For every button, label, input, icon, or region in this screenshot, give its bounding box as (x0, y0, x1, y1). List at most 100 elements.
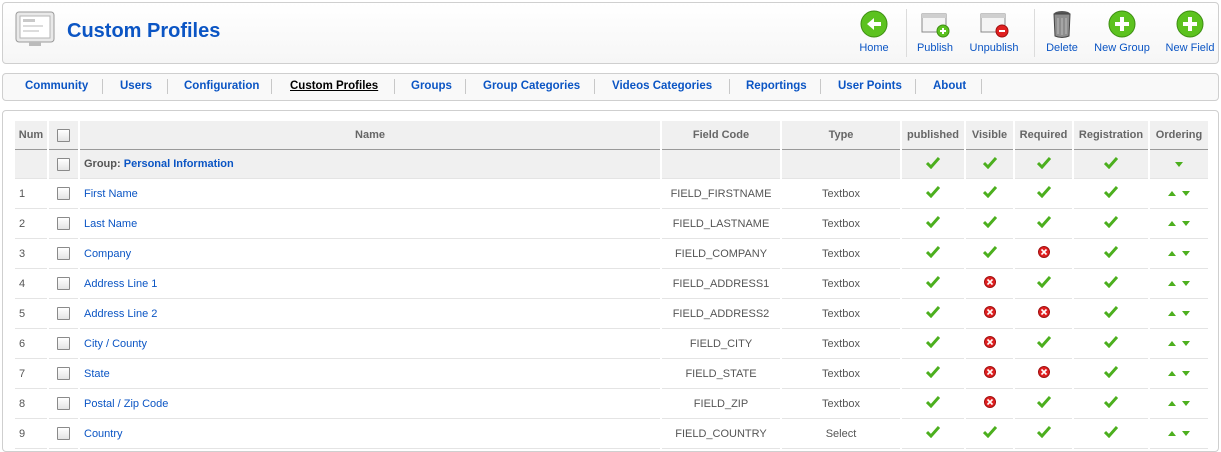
new-field-button[interactable]: New Field (1163, 9, 1217, 54)
col-visible[interactable]: Visible (966, 121, 1013, 150)
order-up-icon[interactable] (1168, 281, 1176, 287)
submenu-videos-categories[interactable]: Videos Categories (612, 80, 712, 92)
row-published[interactable] (902, 239, 964, 269)
order-down-icon[interactable] (1182, 251, 1190, 257)
row-checkbox[interactable] (57, 217, 70, 230)
field-name-link[interactable]: Address Line 2 (84, 308, 157, 320)
field-name-link[interactable]: Last Name (84, 218, 137, 230)
submenu-reportings[interactable]: Reportings (746, 80, 807, 92)
row-visible[interactable] (966, 209, 1013, 239)
row-visible[interactable] (966, 299, 1013, 329)
row-visible[interactable] (966, 179, 1013, 209)
submenu-custom-profiles[interactable]: Custom Profiles (290, 80, 378, 92)
col-field-code[interactable]: Field Code (662, 121, 780, 150)
col-required[interactable]: Required (1015, 121, 1072, 150)
row-visible[interactable] (966, 239, 1013, 269)
order-up-icon[interactable] (1168, 251, 1176, 257)
group-visible[interactable] (966, 150, 1013, 179)
submenu-configuration[interactable]: Configuration (184, 80, 259, 92)
row-visible[interactable] (966, 359, 1013, 389)
order-down-icon[interactable] (1182, 341, 1190, 347)
order-down-icon[interactable] (1175, 161, 1183, 167)
submenu-users[interactable]: Users (120, 80, 152, 92)
row-required[interactable] (1015, 269, 1072, 299)
group-required[interactable] (1015, 150, 1072, 179)
row-required[interactable] (1015, 359, 1072, 389)
row-registration[interactable] (1074, 179, 1148, 209)
row-checkbox[interactable] (57, 247, 70, 260)
order-down-icon[interactable] (1182, 401, 1190, 407)
field-name-link[interactable]: First Name (84, 188, 138, 200)
group-registration[interactable] (1074, 150, 1148, 179)
row-registration[interactable] (1074, 329, 1148, 359)
order-down-icon[interactable] (1182, 221, 1190, 227)
order-down-icon[interactable] (1182, 311, 1190, 317)
group-checkbox[interactable] (57, 157, 70, 171)
field-name-link[interactable]: Country (84, 428, 123, 440)
order-down-icon[interactable] (1182, 281, 1190, 287)
order-up-icon[interactable] (1168, 431, 1176, 437)
row-visible[interactable] (966, 419, 1013, 449)
order-down-icon[interactable] (1182, 191, 1190, 197)
order-up-icon[interactable] (1168, 341, 1176, 347)
row-required[interactable] (1015, 179, 1072, 209)
order-down-icon[interactable] (1182, 431, 1190, 437)
row-visible[interactable] (966, 269, 1013, 299)
submenu-group-categories[interactable]: Group Categories (483, 80, 580, 92)
col-ordering[interactable]: Ordering (1150, 121, 1208, 150)
col-registration[interactable]: Registration (1074, 121, 1148, 150)
submenu-user-points[interactable]: User Points (838, 80, 902, 92)
group-published[interactable] (902, 150, 964, 179)
order-up-icon[interactable] (1168, 371, 1176, 377)
row-checkbox[interactable] (57, 367, 70, 380)
new-group-button[interactable]: New Group (1091, 9, 1153, 54)
row-registration[interactable] (1074, 269, 1148, 299)
row-registration[interactable] (1074, 239, 1148, 269)
field-name-link[interactable]: State (84, 368, 110, 380)
row-published[interactable] (902, 269, 964, 299)
row-required[interactable] (1015, 209, 1072, 239)
delete-button[interactable]: Delete (1040, 9, 1084, 54)
row-registration[interactable] (1074, 299, 1148, 329)
row-published[interactable] (902, 359, 964, 389)
row-published[interactable] (902, 419, 964, 449)
row-checkbox[interactable] (57, 307, 70, 320)
row-required[interactable] (1015, 299, 1072, 329)
submenu-about[interactable]: About (933, 80, 966, 92)
row-visible[interactable] (966, 389, 1013, 419)
row-checkbox[interactable] (57, 277, 70, 290)
row-checkbox[interactable] (57, 397, 70, 410)
row-visible[interactable] (966, 329, 1013, 359)
row-required[interactable] (1015, 329, 1072, 359)
col-published[interactable]: published (902, 121, 964, 150)
row-required[interactable] (1015, 239, 1072, 269)
row-required[interactable] (1015, 419, 1072, 449)
order-up-icon[interactable] (1168, 311, 1176, 317)
row-published[interactable] (902, 179, 964, 209)
row-published[interactable] (902, 299, 964, 329)
order-down-icon[interactable] (1182, 371, 1190, 377)
select-all-checkbox[interactable] (57, 128, 70, 142)
row-registration[interactable] (1074, 389, 1148, 419)
submenu-groups[interactable]: Groups (411, 80, 452, 92)
field-name-link[interactable]: City / County (84, 338, 147, 350)
home-button[interactable]: Home (846, 9, 902, 54)
row-registration[interactable] (1074, 209, 1148, 239)
row-required[interactable] (1015, 389, 1072, 419)
field-name-link[interactable]: Postal / Zip Code (84, 398, 168, 410)
submenu-community[interactable]: Community (25, 80, 88, 92)
group-name-link[interactable]: Personal Information (124, 158, 234, 170)
row-registration[interactable] (1074, 359, 1148, 389)
row-checkbox[interactable] (57, 427, 70, 440)
publish-button[interactable]: Publish (910, 9, 960, 54)
row-checkbox[interactable] (57, 187, 70, 200)
field-name-link[interactable]: Company (84, 248, 131, 260)
col-type[interactable]: Type (782, 121, 900, 150)
row-registration[interactable] (1074, 419, 1148, 449)
order-up-icon[interactable] (1168, 221, 1176, 227)
row-published[interactable] (902, 329, 964, 359)
unpublish-button[interactable]: Unpublish (966, 9, 1022, 54)
row-checkbox[interactable] (57, 337, 70, 350)
order-up-icon[interactable] (1168, 401, 1176, 407)
row-published[interactable] (902, 209, 964, 239)
